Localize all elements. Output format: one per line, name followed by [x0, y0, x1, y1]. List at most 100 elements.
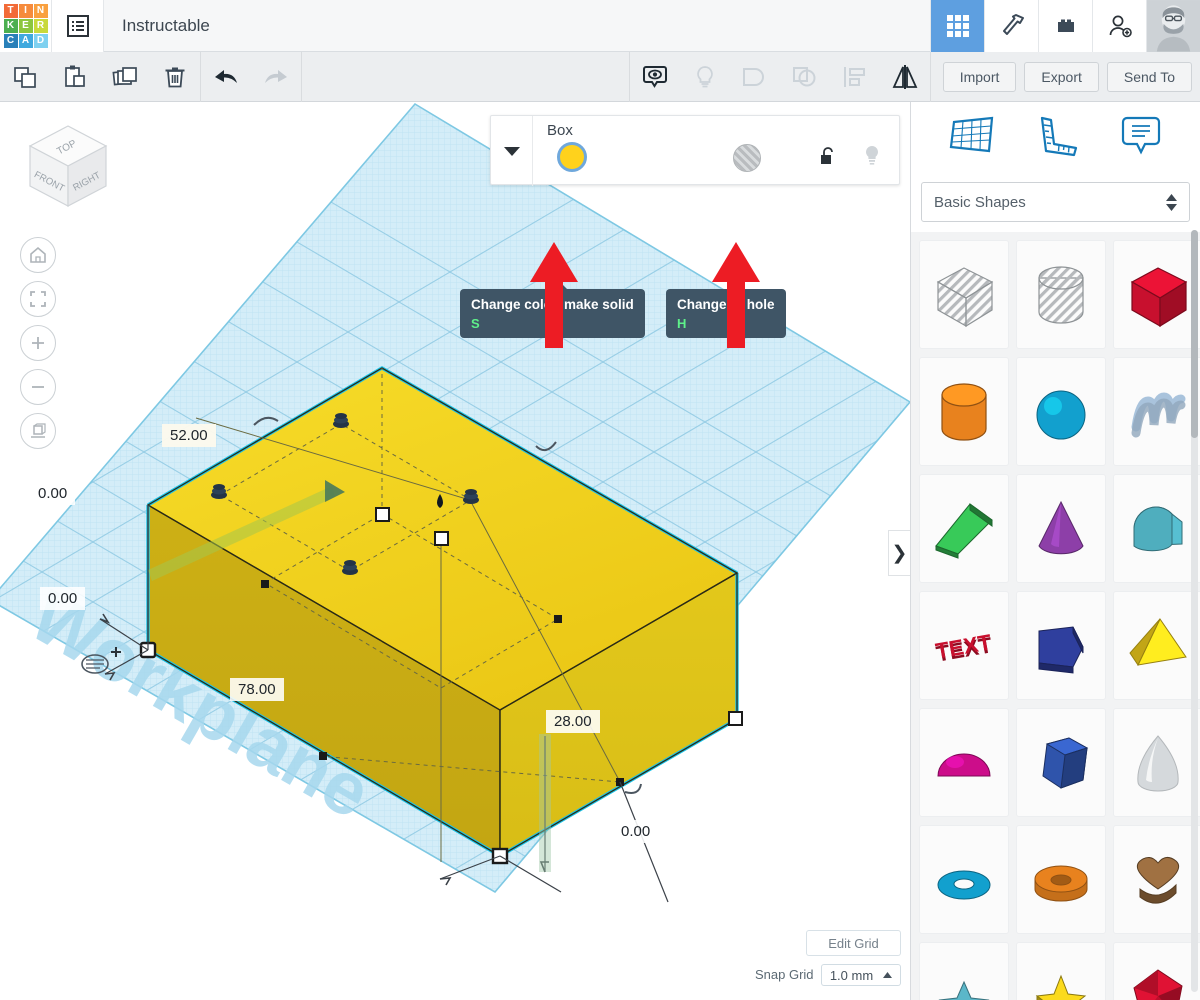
shape-heart-thumbnail [1136, 856, 1180, 903]
shape-star-extruded-thumbnail [1035, 974, 1087, 1000]
lock-toggle-button[interactable] [819, 146, 837, 171]
shape-box[interactable] [1113, 240, 1200, 349]
document-title[interactable]: Instructable [122, 16, 210, 36]
shape-cylinder[interactable] [919, 357, 1009, 466]
snap-grid-label: Snap Grid [755, 967, 814, 982]
shape-torus[interactable] [919, 825, 1009, 934]
shape-box-hole[interactable] [919, 240, 1009, 349]
project-menu-button[interactable] [52, 0, 104, 52]
shape-hexagon-prism-thumbnail [1042, 736, 1089, 789]
copy-icon [14, 66, 36, 88]
shape-category-value: Basic Shapes [934, 193, 1026, 211]
edit-grid-button[interactable]: Edit Grid [806, 930, 901, 956]
shape-heart[interactable] [1113, 825, 1200, 934]
dim-height-28[interactable]: 28.00 [546, 710, 600, 733]
dim-offset-z-0[interactable]: 0.00 [613, 820, 659, 843]
shape-polyhedron-thumbnail [1133, 968, 1183, 1000]
shape-cylinder-hole[interactable] [1016, 240, 1106, 349]
shape-roof[interactable] [1113, 474, 1200, 583]
shape-name-label: Box [547, 122, 573, 139]
workplane-tool-button[interactable] [948, 114, 996, 163]
user-avatar[interactable] [1146, 0, 1200, 52]
shape-star-flat-thumbnail [938, 980, 990, 1000]
zoom-out-button[interactable] [20, 369, 56, 405]
solid-color-swatch[interactable] [557, 142, 587, 172]
redo-button[interactable] [251, 52, 301, 102]
dim-length-52[interactable]: 52.00 [162, 424, 216, 447]
tooltip-arrow [728, 282, 744, 290]
delete-button[interactable] [150, 52, 200, 102]
export-button[interactable]: Export [1024, 61, 1099, 92]
note-icon [1121, 116, 1160, 154]
ortho-toggle-button[interactable] [20, 413, 56, 449]
library-scroll-thumb[interactable] [1191, 230, 1198, 438]
shape-library-panel: Basic Shapes TEXT TEXT [910, 102, 1200, 1000]
ungroup-button[interactable] [780, 52, 830, 102]
file-actions-group: Import Export Send To [931, 61, 1200, 92]
import-button[interactable]: Import [942, 61, 1017, 92]
paste-icon [65, 65, 85, 87]
snap-grid-select[interactable]: 1.0 mm [821, 964, 901, 986]
lego-brick-button[interactable] [1038, 0, 1092, 52]
design-canvas[interactable]: Workplane TOP FRONT RIGHT Box Change col… [0, 102, 910, 1000]
unlock-icon [821, 147, 833, 164]
dim-offset-y-0[interactable]: 0.00 [40, 587, 86, 610]
hammer-button[interactable] [984, 0, 1038, 52]
canvas-scene: Workplane [0, 102, 910, 903]
mirror-button[interactable] [880, 52, 930, 102]
library-panel-toggle[interactable]: ❯ [888, 530, 910, 576]
tooltip-title: Change color, make solid [471, 297, 634, 312]
shape-visibility-button[interactable] [863, 144, 881, 171]
shape-star-flat[interactable] [919, 942, 1009, 1000]
shape-wedge[interactable] [919, 474, 1009, 583]
shape-text[interactable]: TEXT TEXT [919, 591, 1009, 700]
shape-paraboloid[interactable] [1113, 708, 1200, 817]
shape-polyhedron[interactable] [1113, 942, 1200, 1000]
shape-sphere[interactable] [1016, 357, 1106, 466]
ruler-tool-button[interactable] [1034, 114, 1080, 163]
dim-width-78[interactable]: 78.00 [230, 678, 284, 701]
shape-pyramid[interactable] [1113, 591, 1200, 700]
hole-swatch[interactable] [733, 144, 761, 172]
logo-letter-t: T [3, 3, 18, 18]
shape-scribble[interactable] [1113, 357, 1200, 466]
zoom-in-button[interactable] [20, 325, 56, 361]
shape-tube[interactable] [1016, 825, 1106, 934]
dashboard-grid-button[interactable] [930, 0, 984, 52]
duplicate-button[interactable] [100, 52, 150, 102]
dim-offset-x-0[interactable]: 0.00 [30, 482, 76, 505]
tooltip-change-color-make-solid: Change color, make solid S [460, 282, 645, 338]
library-header-icons [911, 102, 1200, 174]
logo-letter-r: R [33, 18, 48, 33]
shape-polygon-extrude[interactable] [1016, 591, 1106, 700]
shape-half-sphere-thumbnail [937, 753, 991, 776]
show-hide-button[interactable] [630, 52, 680, 102]
library-scrollbar[interactable] [1191, 230, 1198, 992]
shape-cone[interactable] [1016, 474, 1106, 583]
fit-view-button[interactable] [20, 281, 56, 317]
shape-category-select[interactable]: Basic Shapes [921, 182, 1190, 222]
align-button[interactable] [830, 52, 880, 102]
notes-tool-button[interactable] [1119, 114, 1163, 163]
add-user-button[interactable] [1092, 0, 1146, 52]
snap-grid-value: 1.0 mm [829, 967, 874, 983]
shape-text-thumbnail: TEXT TEXT [934, 629, 995, 666]
lightbulb-button[interactable] [680, 52, 730, 102]
undo-button[interactable] [201, 52, 251, 102]
home-view-button[interactable] [20, 237, 56, 273]
shape-star-extruded[interactable] [1016, 942, 1106, 1000]
group-button[interactable] [730, 52, 780, 102]
view-cube[interactable]: TOP FRONT RIGHT [22, 120, 114, 212]
lightbulb-icon [696, 65, 713, 87]
shape-half-sphere[interactable] [919, 708, 1009, 817]
paste-button[interactable] [50, 52, 100, 102]
show-hide-icon [642, 65, 667, 88]
shape-hexagon-prism[interactable] [1016, 708, 1106, 817]
copy-button[interactable] [0, 52, 50, 102]
panel-collapse-button[interactable] [491, 116, 533, 186]
add-user-icon [1109, 15, 1132, 37]
tinkercad-logo[interactable]: TINKERCAD [0, 0, 52, 52]
shape-property-panel: Box [490, 115, 900, 186]
chevron-up-icon [883, 971, 893, 978]
send-to-button[interactable]: Send To [1106, 61, 1192, 92]
